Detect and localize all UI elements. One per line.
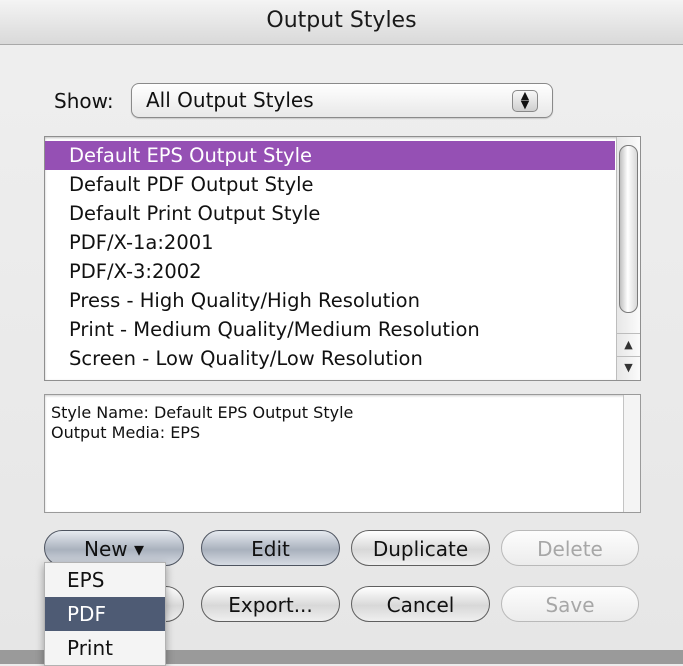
output-styles-dialog: Output Styles Show: All Output Styles ▲ ▼… — [0, 0, 683, 666]
output-styles-list[interactable]: Default EPS Output Style Default PDF Out… — [44, 136, 641, 381]
scroll-down-icon[interactable]: ▼ — [617, 356, 640, 379]
list-item[interactable]: PDF/X-3:2002 — [45, 257, 615, 286]
new-button[interactable]: New ▾ — [44, 530, 184, 566]
scroll-thumb[interactable] — [619, 145, 638, 313]
popup-arrows-icon: ▲ ▼ — [512, 90, 538, 112]
list-item[interactable]: Default EPS Output Style — [45, 141, 615, 170]
cancel-button[interactable]: Cancel — [351, 586, 490, 622]
list-item[interactable]: Default PDF Output Style — [45, 170, 615, 199]
title-bar[interactable]: Output Styles — [0, 0, 683, 45]
edit-button[interactable]: Edit — [201, 530, 340, 566]
new-dropdown-menu: EPS PDF Print — [44, 562, 166, 666]
scroll-up-icon[interactable]: ▲ — [617, 333, 640, 356]
menu-item-pdf[interactable]: PDF — [45, 597, 165, 631]
menu-item-eps[interactable]: EPS — [45, 563, 165, 597]
show-label: Show: — [54, 89, 114, 113]
export-button[interactable]: Export... — [201, 586, 340, 622]
show-popup[interactable]: All Output Styles ▲ ▼ — [131, 83, 553, 118]
list-item[interactable]: Press - High Quality/High Resolution — [45, 286, 615, 315]
list-item[interactable]: Default Print Output Style — [45, 199, 615, 228]
save-button[interactable]: Save — [501, 586, 639, 622]
list-scrollbar[interactable]: ▲ ▼ — [616, 137, 640, 380]
duplicate-button[interactable]: Duplicate — [351, 530, 490, 566]
list-item[interactable]: Screen - Low Quality/Low Resolution — [45, 344, 615, 373]
style-name-line: Style Name: Default EPS Output Style — [51, 403, 354, 422]
delete-button[interactable]: Delete — [501, 530, 639, 566]
style-description-box: Style Name: Default EPS Output Style Out… — [44, 394, 641, 513]
show-popup-value: All Output Styles — [146, 88, 314, 112]
menu-item-print[interactable]: Print — [45, 631, 165, 665]
list-item[interactable]: Print - Medium Quality/Medium Resolution — [45, 315, 615, 344]
window-title: Output Styles — [266, 8, 417, 33]
output-media-line: Output Media: EPS — [51, 423, 201, 442]
description-scrollbar[interactable] — [623, 395, 640, 512]
list-item[interactable]: PDF/X-1a:2001 — [45, 228, 615, 257]
